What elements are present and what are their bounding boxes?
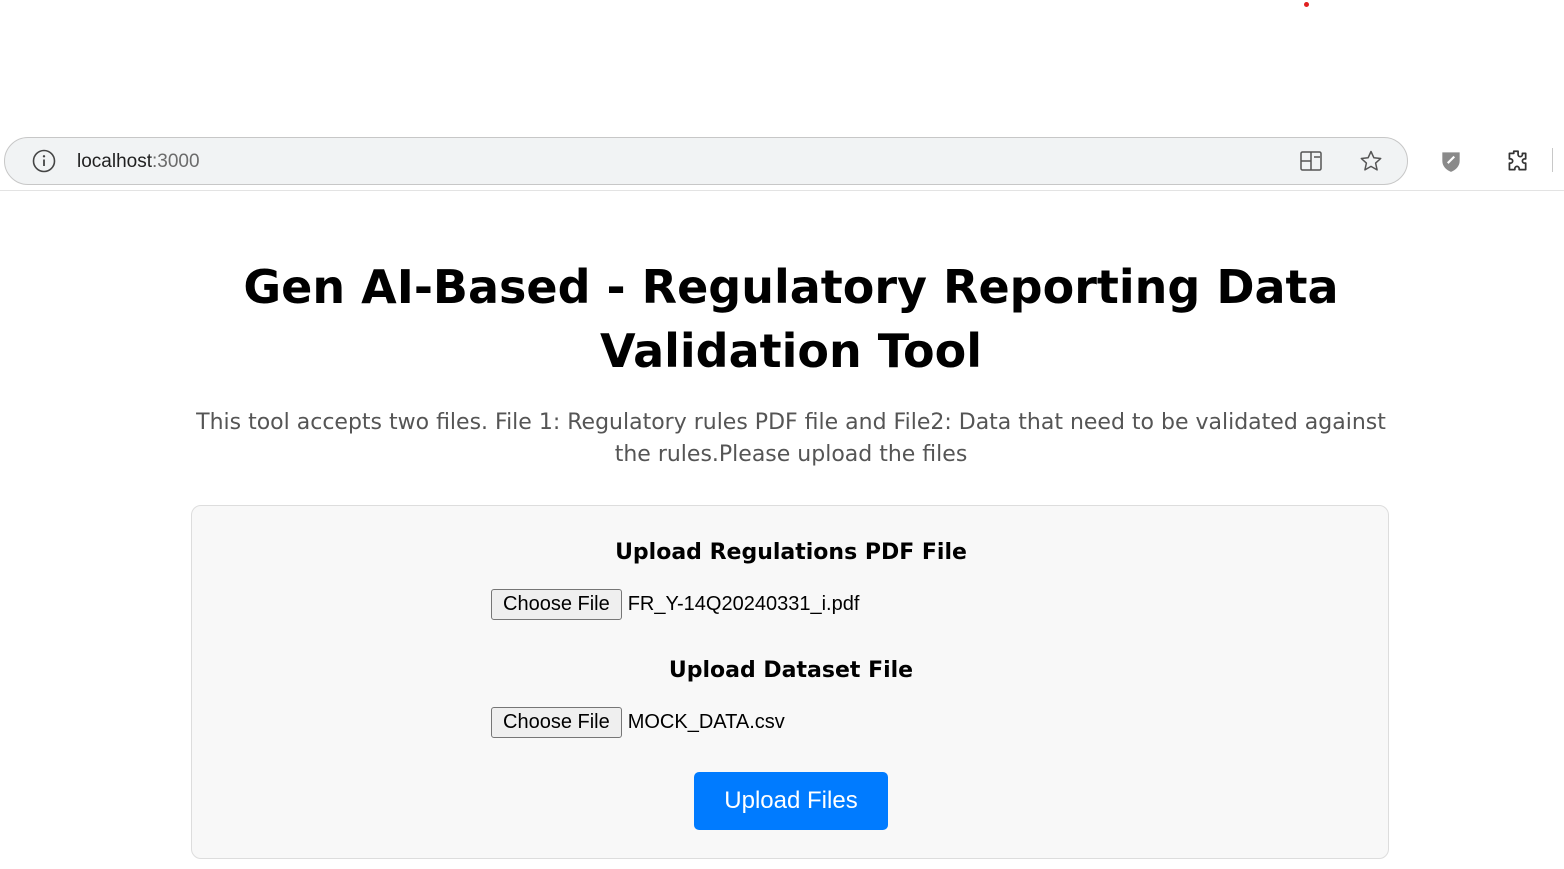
info-icon[interactable] — [32, 149, 56, 173]
address-bar[interactable]: localhost:3000 — [4, 137, 1408, 185]
regulations-file-input[interactable]: Choose File FR_Y-14Q20240331_i.pdf — [491, 588, 859, 620]
page-title: Gen AI-Based - Regulatory Reporting Data… — [243, 260, 1339, 378]
upload-files-button[interactable]: Upload Files — [694, 772, 888, 830]
regulations-selected-file: FR_Y-14Q20240331_i.pdf — [627, 592, 860, 615]
favorite-star-icon[interactable] — [1359, 149, 1383, 173]
browser-toolbar: localhost:3000 — [0, 136, 1564, 191]
dataset-upload-label: Upload Dataset File — [668, 658, 914, 683]
page-description: This tool accepts two files. File 1: Reg… — [196, 410, 1386, 467]
toolbar-separator — [1552, 148, 1553, 172]
regulations-choose-file-button[interactable]: Choose File — [491, 588, 622, 620]
dataset-choose-file-button[interactable]: Choose File — [491, 706, 622, 738]
url-port: :3000 — [152, 151, 200, 172]
top-blank-area — [0, 0, 1564, 136]
upload-form-card: Upload Regulations PDF File Choose File … — [191, 505, 1389, 859]
url-text[interactable]: localhost:3000 — [77, 151, 200, 173]
split-screen-icon[interactable] — [1299, 149, 1323, 173]
dataset-selected-file: MOCK_DATA.csv — [627, 710, 785, 733]
recording-indicator-dot — [1304, 2, 1309, 7]
url-host: localhost — [77, 151, 152, 172]
browser-essentials-icon[interactable] — [1438, 148, 1464, 174]
regulations-upload-label: Upload Regulations PDF File — [615, 540, 967, 565]
extensions-icon[interactable] — [1504, 148, 1530, 174]
dataset-file-input[interactable]: Choose File MOCK_DATA.csv — [491, 706, 785, 738]
